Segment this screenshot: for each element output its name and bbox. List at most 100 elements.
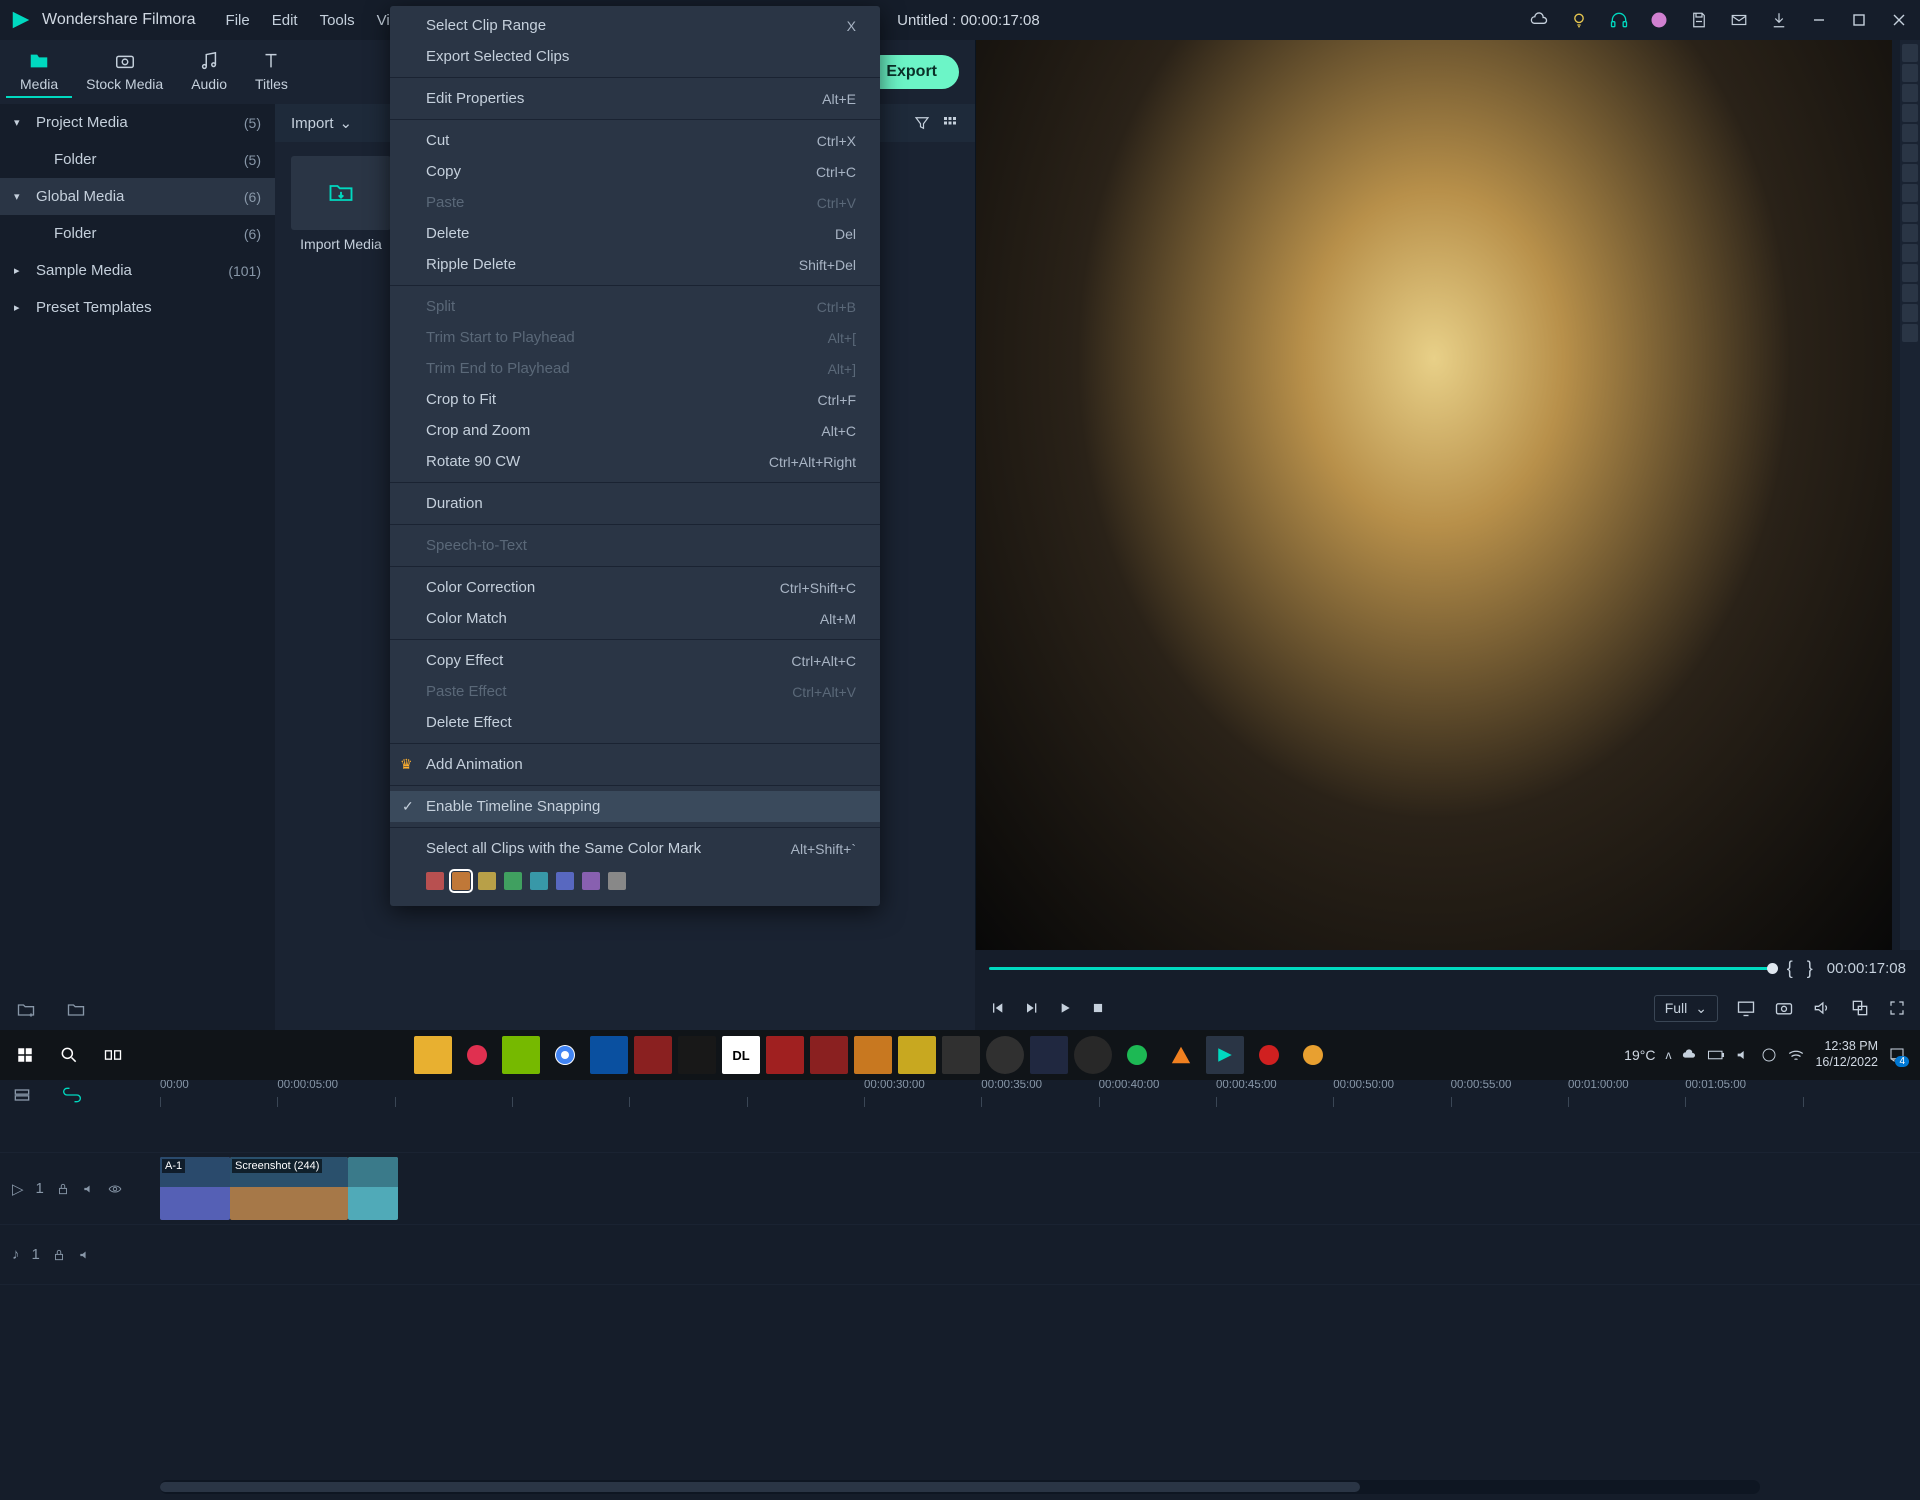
import-dropdown[interactable]: Import⌄ <box>291 114 352 132</box>
mute-icon[interactable] <box>78 1248 92 1262</box>
taskbar-app[interactable] <box>766 1036 804 1074</box>
context-menu-item[interactable]: Rotate 90 CWCtrl+Alt+Right <box>390 446 880 477</box>
task-view-button[interactable] <box>94 1036 132 1074</box>
taskbar-app[interactable] <box>414 1036 452 1074</box>
taskbar-app[interactable] <box>634 1036 672 1074</box>
taskbar-app[interactable] <box>546 1036 584 1074</box>
scrub-bar[interactable] <box>989 967 1773 970</box>
context-menu-item[interactable]: Crop to FitCtrl+F <box>390 384 880 415</box>
marker-ruler[interactable] <box>1900 40 1920 950</box>
timeline-scrollbar[interactable] <box>160 1480 1760 1494</box>
display-icon[interactable] <box>1736 998 1756 1018</box>
add-track-icon[interactable] <box>12 1085 32 1105</box>
detach-icon[interactable] <box>1850 998 1870 1018</box>
tree-sample-media[interactable]: ▸Sample Media(101) <box>0 252 275 289</box>
quality-dropdown[interactable]: Full⌄ <box>1654 995 1718 1022</box>
context-menu-item[interactable]: Color CorrectionCtrl+Shift+C <box>390 572 880 603</box>
taskbar-app[interactable] <box>854 1036 892 1074</box>
taskbar-app[interactable]: DL <box>722 1036 760 1074</box>
context-menu-item[interactable]: CutCtrl+X <box>390 125 880 156</box>
tree-global-media[interactable]: ▾Global Media(6) <box>0 178 275 215</box>
taskbar-app[interactable] <box>986 1036 1024 1074</box>
context-menu-item[interactable]: Crop and ZoomAlt+C <box>390 415 880 446</box>
context-menu-item[interactable]: ♛Add Animation <box>390 749 880 780</box>
color-swatch[interactable] <box>452 872 470 890</box>
mute-icon[interactable] <box>82 1182 96 1196</box>
context-menu-item[interactable]: DeleteDel <box>390 218 880 249</box>
color-swatch[interactable] <box>608 872 626 890</box>
taskbar-app[interactable] <box>590 1036 628 1074</box>
context-menu-item[interactable]: Select all Clips with the Same Color Mar… <box>390 833 880 864</box>
taskbar-app[interactable] <box>1074 1036 1112 1074</box>
tab-stock-media[interactable]: Stock Media <box>72 46 177 98</box>
snapshot-icon[interactable] <box>1774 998 1794 1018</box>
context-menu-item[interactable]: Duration <box>390 488 880 519</box>
lock-icon[interactable] <box>52 1248 66 1262</box>
save-icon[interactable] <box>1688 9 1710 31</box>
taskbar-clock[interactable]: 12:38 PM 16/12/2022 <box>1815 1039 1878 1070</box>
avatar-icon[interactable] <box>1648 9 1670 31</box>
tray-onedrive-icon[interactable] <box>1681 1047 1697 1063</box>
visibility-icon[interactable] <box>108 1182 122 1196</box>
clip-2[interactable]: Screenshot (244) <box>230 1157 348 1220</box>
taskbar-app[interactable] <box>678 1036 716 1074</box>
context-menu-item[interactable]: Edit PropertiesAlt+E <box>390 83 880 114</box>
taskbar-app[interactable] <box>898 1036 936 1074</box>
tree-folder-2[interactable]: Folder(6) <box>0 215 275 252</box>
import-media-tile[interactable]: Import Media <box>291 156 391 268</box>
tray-volume-icon[interactable] <box>1735 1047 1751 1063</box>
link-tracks-icon[interactable] <box>62 1085 82 1105</box>
step-button[interactable] <box>1023 1000 1039 1016</box>
volume-icon[interactable] <box>1812 998 1832 1018</box>
headphones-icon[interactable] <box>1608 9 1630 31</box>
tab-audio[interactable]: Audio <box>177 46 241 98</box>
tray-battery-icon[interactable] <box>1707 1049 1725 1061</box>
menu-file[interactable]: File <box>226 12 250 29</box>
cloud-icon[interactable] <box>1528 9 1550 31</box>
context-menu-item[interactable]: Color MatchAlt+M <box>390 603 880 634</box>
context-menu-item[interactable]: Export Selected Clips <box>390 41 880 72</box>
filter-icon[interactable] <box>913 114 931 132</box>
play-button[interactable] <box>1057 1000 1073 1016</box>
menu-tools[interactable]: Tools <box>320 12 355 29</box>
taskbar-app[interactable] <box>502 1036 540 1074</box>
menu-edit[interactable]: Edit <box>272 12 298 29</box>
weather-widget[interactable]: 19°C <box>1624 1047 1655 1063</box>
taskbar-app[interactable] <box>810 1036 848 1074</box>
context-menu-item[interactable]: Delete Effect <box>390 707 880 738</box>
tree-project-media[interactable]: ▾Project Media(5) <box>0 104 275 141</box>
tray-lang-icon[interactable] <box>1761 1047 1777 1063</box>
maximize-button[interactable] <box>1848 9 1870 31</box>
color-swatch[interactable] <box>504 872 522 890</box>
close-button[interactable] <box>1888 9 1910 31</box>
color-swatch[interactable] <box>582 872 600 890</box>
taskbar-app[interactable] <box>1162 1036 1200 1074</box>
search-button[interactable] <box>50 1036 88 1074</box>
lock-icon[interactable] <box>56 1182 70 1196</box>
mark-in-icon[interactable]: { <box>1787 958 1793 979</box>
taskbar-app-active[interactable] <box>1206 1036 1244 1074</box>
clip-3[interactable] <box>348 1157 398 1220</box>
tab-media[interactable]: Media <box>6 46 72 98</box>
tree-preset-templates[interactable]: ▸Preset Templates <box>0 289 275 326</box>
taskbar-app[interactable] <box>1118 1036 1156 1074</box>
prev-frame-button[interactable] <box>989 1000 1005 1016</box>
context-menu-item[interactable]: Ripple DeleteShift+Del <box>390 249 880 280</box>
tray-chevron-icon[interactable]: ʌ <box>1665 1048 1671 1062</box>
context-menu-item[interactable]: CopyCtrl+C <box>390 156 880 187</box>
color-swatch[interactable] <box>426 872 444 890</box>
taskbar-app[interactable] <box>1294 1036 1332 1074</box>
fullscreen-icon[interactable] <box>1888 999 1906 1017</box>
timeline-ruler[interactable]: 00:0000:00:05:0000:00:30:0000:00:35:0000… <box>0 1077 1920 1113</box>
clip-1[interactable]: A-1 <box>160 1157 230 1220</box>
preview-viewport[interactable] <box>975 40 1892 950</box>
mark-out-icon[interactable]: } <box>1807 958 1813 979</box>
taskbar-app[interactable] <box>942 1036 980 1074</box>
color-swatch[interactable] <box>478 872 496 890</box>
tray-wifi-icon[interactable] <box>1787 1048 1805 1062</box>
taskbar-app[interactable] <box>458 1036 496 1074</box>
context-menu-item[interactable]: ✓Enable Timeline Snapping <box>390 791 880 822</box>
bulb-icon[interactable] <box>1568 9 1590 31</box>
download-icon[interactable] <box>1768 9 1790 31</box>
mail-icon[interactable] <box>1728 9 1750 31</box>
